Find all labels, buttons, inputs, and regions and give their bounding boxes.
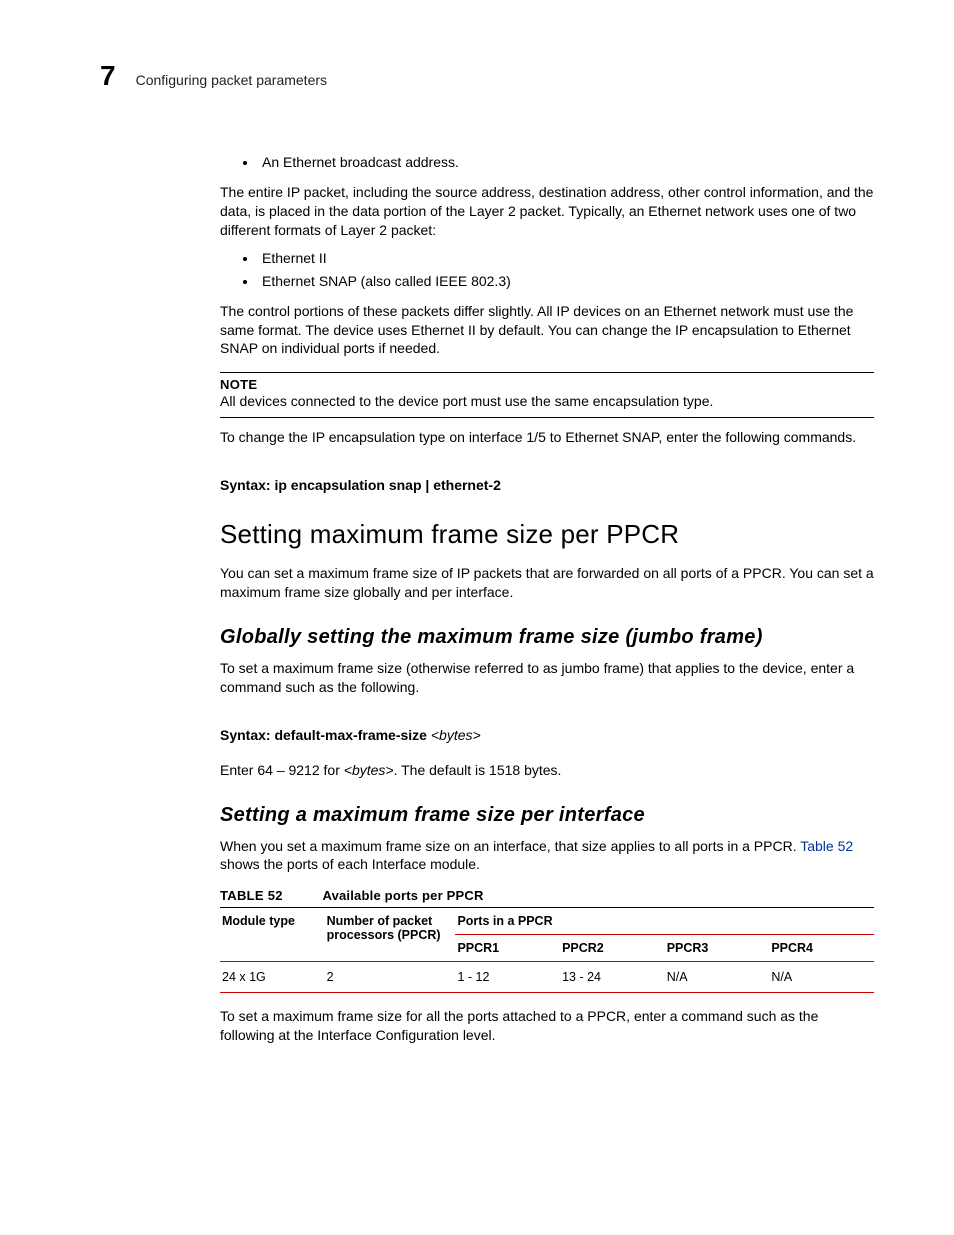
cell-p2: 13 - 24 — [560, 962, 665, 993]
bullet-item: An Ethernet broadcast address. — [258, 152, 874, 173]
bullet-item: Ethernet II — [258, 248, 874, 269]
table-caption: Available ports per PPCR — [322, 888, 483, 903]
th-ppcr3: PPCR3 — [665, 935, 770, 962]
th-ppcr4: PPCR4 — [769, 935, 874, 962]
arg-span: <bytes> — [344, 762, 394, 778]
body-content: An Ethernet broadcast address. The entir… — [220, 152, 874, 1045]
paragraph: To set a maximum frame size (otherwise r… — [220, 659, 874, 697]
table-label: TABLE 52 — [220, 888, 283, 903]
table-ref-link[interactable]: Table 52 — [800, 838, 853, 854]
th-module: Module type — [220, 908, 325, 962]
table-caption-row: TABLE 52 Available ports per PPCR — [220, 888, 874, 903]
syntax-arg: <bytes> — [427, 727, 481, 743]
note-block: NOTE All devices connected to the device… — [220, 372, 874, 418]
page-header: 7 Configuring packet parameters — [100, 60, 874, 92]
th-ppcr1: PPCR1 — [455, 935, 560, 962]
paragraph: The control portions of these packets di… — [220, 302, 874, 359]
subsection-heading: Globally setting the maximum frame size … — [220, 626, 874, 649]
table-row: 24 x 1G 2 1 - 12 13 - 24 N/A N/A — [220, 962, 874, 993]
th-ppcr2: PPCR2 — [560, 935, 665, 962]
th-numpp: Number of packet processors (PPCR) — [325, 908, 456, 962]
text-span: shows the ports of each Interface module… — [220, 856, 480, 872]
cell-num: 2 — [325, 962, 456, 993]
cell-p4: N/A — [769, 962, 874, 993]
section-heading: Setting maximum frame size per PPCR — [220, 519, 874, 550]
subsection-heading: Setting a maximum frame size per interfa… — [220, 804, 874, 827]
ports-table: Module type Number of packet processors … — [220, 907, 874, 993]
bullet-list-1: An Ethernet broadcast address. — [220, 152, 874, 173]
cell-module: 24 x 1G — [220, 962, 325, 993]
paragraph: To change the IP encapsulation type on i… — [220, 428, 874, 447]
syntax-line: Syntax: ip encapsulation snap | ethernet… — [220, 477, 874, 493]
text-span: . The default is 1518 bytes. — [394, 762, 562, 778]
chapter-number: 7 — [100, 60, 116, 92]
syntax-command: ip encapsulation snap | ethernet-2 — [271, 477, 501, 493]
text-span: Enter 64 – 9212 for — [220, 762, 344, 778]
paragraph: Enter 64 – 9212 for <bytes>. The default… — [220, 761, 874, 780]
paragraph: To set a maximum frame size for all the … — [220, 1007, 874, 1045]
note-label: NOTE — [220, 377, 874, 392]
syntax-line: Syntax: default-max-frame-size <bytes> — [220, 727, 874, 743]
bullet-item: Ethernet SNAP (also called IEEE 802.3) — [258, 271, 874, 292]
syntax-label: Syntax: — [220, 727, 271, 743]
cell-p1: 1 - 12 — [455, 962, 560, 993]
note-body: All devices connected to the device port… — [220, 392, 874, 411]
page-container: 7 Configuring packet parameters An Ether… — [0, 0, 954, 1113]
text-span: When you set a maximum frame size on an … — [220, 838, 800, 854]
chapter-title: Configuring packet parameters — [136, 72, 327, 88]
paragraph: The entire IP packet, including the sour… — [220, 183, 874, 240]
th-ports: Ports in a PPCR — [455, 908, 874, 935]
syntax-command: default-max-frame-size — [271, 727, 427, 743]
paragraph: When you set a maximum frame size on an … — [220, 837, 874, 875]
cell-p3: N/A — [665, 962, 770, 993]
bullet-list-2: Ethernet II Ethernet SNAP (also called I… — [220, 248, 874, 292]
paragraph: You can set a maximum frame size of IP p… — [220, 564, 874, 602]
syntax-label: Syntax: — [220, 477, 271, 493]
